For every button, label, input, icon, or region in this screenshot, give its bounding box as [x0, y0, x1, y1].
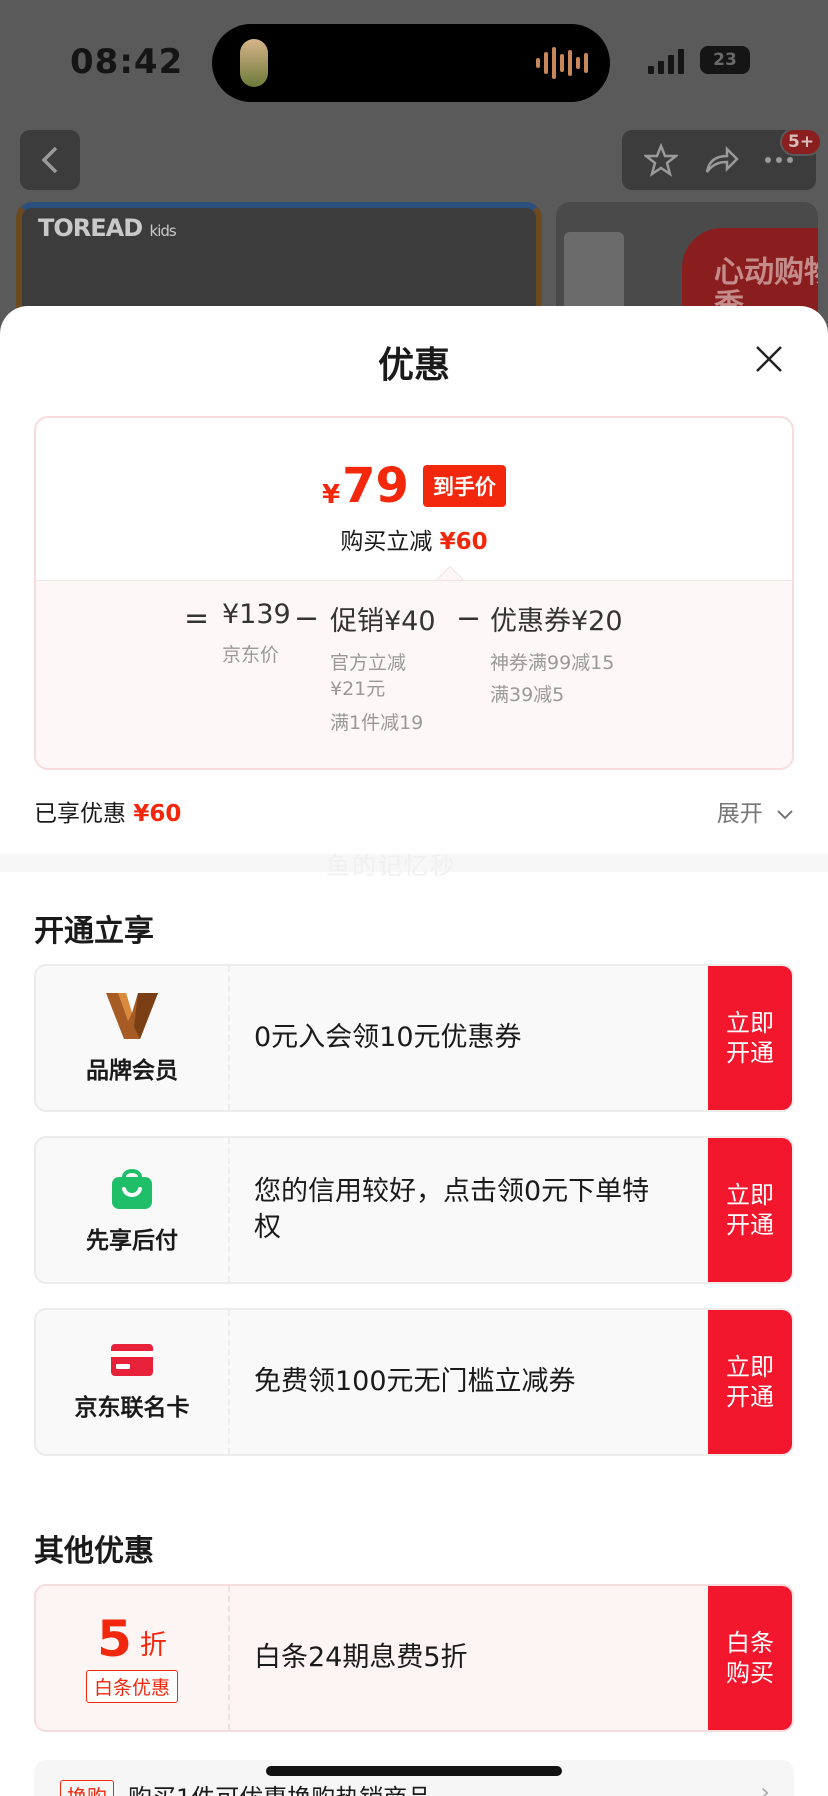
- now-playing-avatar: [240, 39, 268, 87]
- baitiao-offer[interactable]: 5 折 白条优惠 白条24期息费5折 白条购买: [34, 1584, 794, 1732]
- offer-text: 0元入会领10元优惠券: [254, 1022, 522, 1053]
- more-icon[interactable]: [764, 155, 794, 165]
- promo-amount: 促销¥40: [330, 606, 436, 637]
- expand-label: 展开: [716, 801, 763, 827]
- baitiao-buy-button[interactable]: 白条购买: [708, 1586, 792, 1730]
- offer-text: 免费领100元无门槛立减券: [254, 1366, 576, 1397]
- coupon-column: 优惠券¥20 神券满99减15 满39减5: [490, 599, 623, 708]
- baitiao-tag: 白条优惠: [85, 1669, 178, 1703]
- offer-label: 京东联名卡: [74, 1395, 190, 1421]
- promo-note: 满1件减19: [330, 712, 424, 734]
- offer-badge: 品牌会员: [36, 966, 230, 1110]
- expand-toggle[interactable]: 展开: [717, 794, 794, 828]
- coupon-note: 神券满99减15: [490, 652, 615, 674]
- saved-amount: ¥60: [133, 801, 182, 827]
- dynamic-island: [212, 24, 610, 102]
- shopping-bag-icon: [112, 1169, 152, 1209]
- brand-v-icon: [106, 993, 158, 1039]
- instant-discount-label: 购买立减: [340, 529, 433, 555]
- battery-level: 23: [713, 50, 737, 70]
- instant-discount-line: 购买立减 ¥60: [36, 522, 792, 556]
- discount-number: 5: [97, 1609, 132, 1668]
- saved-discount-row[interactable]: 已享优惠 ¥60 展开: [34, 790, 794, 830]
- saved-discount: 已享优惠 ¥60: [34, 794, 181, 828]
- coupon-note: 满39减5: [490, 684, 565, 706]
- cellular-signal-icon: [648, 48, 684, 74]
- star-icon[interactable]: [644, 143, 679, 177]
- currency-symbol: ¥: [322, 480, 341, 510]
- back-button[interactable]: [20, 130, 80, 190]
- brand-name: TOREAD: [38, 214, 143, 242]
- equals-sign: =: [184, 601, 210, 636]
- offer-text: 白条24期息费5折: [254, 1642, 468, 1673]
- sheet-title: 优惠: [377, 345, 450, 386]
- jd-price: ¥139: [222, 599, 291, 630]
- banner-brand-logo: TOREAD kids: [38, 214, 177, 242]
- jd-price-label: 京东价: [222, 644, 280, 666]
- final-price-tag: 到手价: [422, 465, 506, 507]
- saved-label: 已享优惠: [34, 801, 126, 827]
- share-icon[interactable]: [703, 145, 739, 175]
- promo-note: 官方立减: [330, 652, 407, 674]
- chevron-left-icon: [41, 146, 58, 174]
- jd-price-column: ¥139 京东价: [222, 599, 291, 668]
- final-price-row: ¥ 79 到手价: [36, 458, 792, 514]
- minus-sign: −: [456, 601, 482, 636]
- open-section-title: 开通立享: [34, 914, 154, 949]
- status-bar: 08:42 23: [0, 0, 828, 110]
- chevron-down-icon: [777, 809, 793, 819]
- offer-label: 品牌会员: [86, 1058, 178, 1084]
- promo-note: ¥21元: [330, 678, 386, 700]
- final-price: 79: [342, 458, 409, 514]
- discount-badge: 5 折 白条优惠: [36, 1586, 230, 1730]
- credit-card-icon: [111, 1344, 153, 1376]
- offer-text: 您的信用较好，点击领0元下单特权: [254, 1176, 650, 1243]
- brand-suffix: kids: [149, 222, 177, 240]
- close-button[interactable]: [746, 336, 792, 382]
- pay-later-offer[interactable]: 先享后付 您的信用较好，点击领0元下单特权 立即开通: [34, 1136, 794, 1284]
- close-icon: [756, 346, 782, 372]
- promo-column: 促销¥40 官方立减 ¥21元 满1件减19: [330, 599, 436, 736]
- open-now-button[interactable]: 立即开通: [708, 1138, 792, 1282]
- discount-sheet: 优惠 ¥ 79 到手价 购买立减 ¥60 = ¥139 京东价 − 促销¥40: [0, 306, 828, 1796]
- discount-unit: 折: [139, 1629, 167, 1661]
- audio-waveform-icon: [536, 46, 588, 80]
- chevron-right-icon: ›: [760, 1778, 770, 1796]
- status-time: 08:42: [70, 42, 184, 82]
- message-badge: 5+: [780, 128, 823, 156]
- instant-discount-amount: ¥60: [439, 529, 488, 555]
- price-summary: ¥ 79 到手价 购买立减 ¥60: [36, 418, 792, 580]
- coupon-amount: 优惠券¥20: [490, 606, 623, 637]
- price-card: ¥ 79 到手价 购买立减 ¥60 = ¥139 京东价 − 促销¥40 官方立…: [34, 416, 794, 770]
- open-now-button[interactable]: 立即开通: [708, 966, 792, 1110]
- background-page: 08:42 23 5+ TOREAD kids 心动购物季: [0, 0, 828, 330]
- other-section-title: 其他优惠: [34, 1534, 154, 1569]
- minus-sign: −: [294, 601, 320, 636]
- discount-value: 5 折: [97, 1614, 167, 1664]
- brand-member-offer[interactable]: 品牌会员 0元入会领10元优惠券 立即开通: [34, 964, 794, 1112]
- trade-in-text: 购买1件可优惠换购热销商品: [128, 1778, 431, 1796]
- home-indicator[interactable]: [266, 1766, 562, 1776]
- offer-label: 先享后付: [86, 1228, 178, 1254]
- trade-in-tag: 换购: [60, 1780, 114, 1796]
- offer-badge: 京东联名卡: [36, 1310, 230, 1454]
- watermark: 鱼的记忆秒: [326, 852, 456, 880]
- co-branded-card-offer[interactable]: 京东联名卡 免费领100元无门槛立减券 立即开通: [34, 1308, 794, 1456]
- battery-icon: 23: [700, 46, 750, 74]
- price-breakdown: = ¥139 京东价 − 促销¥40 官方立减 ¥21元 满1件减19 − 优惠…: [36, 580, 792, 768]
- offer-badge: 先享后付: [36, 1138, 230, 1282]
- open-now-button[interactable]: 立即开通: [708, 1310, 792, 1454]
